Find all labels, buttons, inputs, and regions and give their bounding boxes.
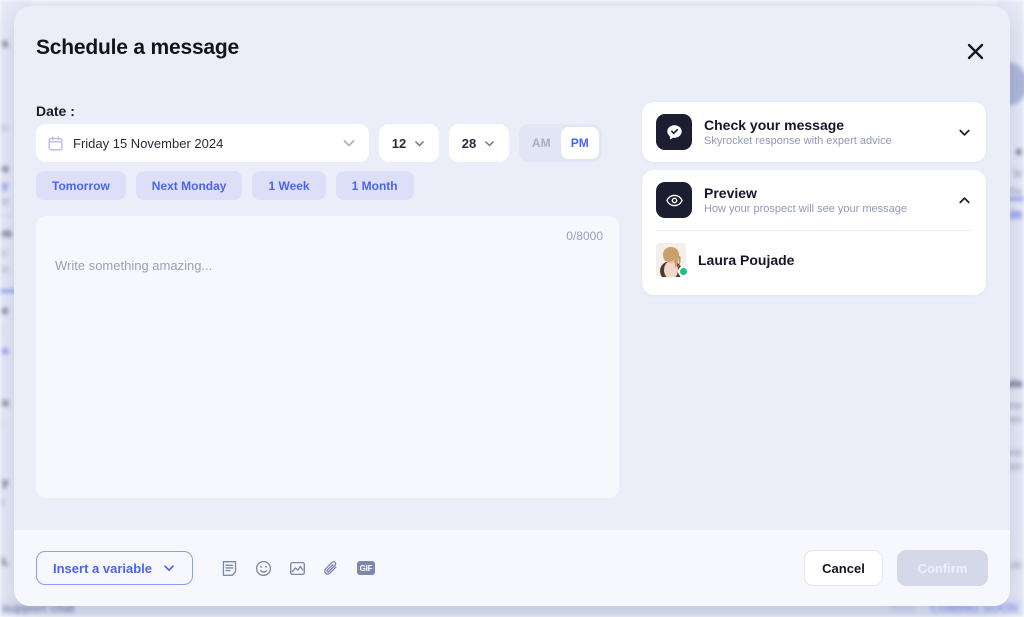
check-message-subtitle: Skyrocket response with expert advice: [704, 135, 892, 147]
check-message-card: Check your message Skyrocket response wi…: [642, 102, 986, 162]
chevron-down-icon: [162, 561, 176, 575]
insert-variable-label: Insert a variable: [53, 560, 152, 576]
insert-variable-button[interactable]: Insert a variable: [36, 551, 193, 585]
preview-card: Preview How your prospect will see your …: [642, 170, 986, 295]
backdrop-fragment: l: [2, 497, 5, 509]
attachment-icon[interactable]: [323, 560, 340, 577]
avatar: [656, 243, 689, 277]
backdrop-fragment: nh: [1009, 560, 1022, 572]
status-badge: [678, 266, 689, 277]
schedule-message-modal: Schedule a message Date : Friday 15 Nove…: [14, 6, 1010, 606]
minute-select[interactable]: 28: [449, 124, 509, 162]
check-message-card-texts: Check your message Skyrocket response wi…: [704, 117, 945, 147]
quick-date-chips: Tomorrow Next Monday 1 Week 1 Month: [36, 171, 414, 200]
date-time-row: Friday 15 November 2024 12 28 AM PM: [36, 124, 602, 162]
hour-select[interactable]: 12: [379, 124, 439, 162]
quick-date-next-monday[interactable]: Next Monday: [135, 171, 243, 200]
backdrop-fragment: c: [2, 122, 8, 134]
chevron-down-icon[interactable]: [957, 125, 972, 140]
footer-actions: Cancel Confirm: [804, 550, 988, 586]
chevron-down-icon: [341, 135, 357, 151]
preview-card-header[interactable]: Preview How your prospect will see your …: [642, 170, 986, 230]
right-panel: Check your message Skyrocket response wi…: [642, 102, 986, 303]
message-placeholder: Write something amazing...: [55, 258, 213, 273]
backdrop-fragment: :: [2, 418, 6, 430]
backdrop-fragment: u: [2, 397, 9, 409]
backdrop-fragment: e: [2, 196, 9, 208]
character-counter: 0/8000: [566, 229, 603, 243]
backdrop-fragment: e: [2, 305, 9, 317]
backdrop-fragment: y: [2, 477, 9, 489]
hour-value: 12: [391, 135, 407, 151]
confirm-button[interactable]: Confirm: [897, 550, 988, 586]
emoji-icon[interactable]: [255, 560, 272, 577]
am-option[interactable]: AM: [522, 127, 561, 159]
quick-date-tomorrow[interactable]: Tomorrow: [36, 171, 126, 200]
date-value: Friday 15 November 2024: [73, 135, 224, 151]
date-input[interactable]: Friday 15 November 2024: [36, 124, 369, 162]
eye-icon: [656, 182, 692, 218]
check-message-card-header[interactable]: Check your message Skyrocket response wi…: [642, 102, 986, 162]
backdrop-fragment: L: [2, 556, 9, 568]
close-icon[interactable]: [960, 36, 990, 66]
gif-icon[interactable]: GIF: [357, 561, 375, 575]
backdrop-fragment: o: [2, 163, 9, 175]
preview-contact-row: Laura Poujade: [642, 231, 986, 295]
template-icon[interactable]: [221, 560, 238, 577]
chevron-up-icon[interactable]: [957, 193, 972, 208]
pm-option[interactable]: PM: [560, 127, 599, 159]
preview-title: Preview: [704, 185, 757, 201]
backdrop-fragment: fre: [1009, 186, 1022, 198]
calendar-icon: [48, 135, 63, 151]
backdrop-fragment: m: [2, 228, 12, 240]
check-message-title: Check your message: [704, 117, 845, 133]
minute-value: 28: [461, 135, 477, 151]
backdrop-fragment: c: [2, 247, 8, 259]
modal-footer: Insert a variable GIF Cancel Confirm: [14, 530, 1010, 606]
image-icon[interactable]: [289, 560, 306, 577]
date-section-label: Date :: [36, 103, 75, 119]
backdrop-fragment: y: [2, 180, 9, 192]
page-title: Schedule a message: [36, 36, 240, 59]
chat-check-icon: [656, 114, 692, 150]
chevron-down-icon: [483, 137, 496, 150]
quick-date-1-week[interactable]: 1 Week: [252, 171, 326, 200]
meridiem-toggle: AM PM: [519, 124, 602, 162]
preview-subtitle: How your prospect will see your message: [704, 203, 907, 215]
backdrop-fragment: in: [1009, 206, 1022, 222]
backdrop-fragment: le: [1013, 168, 1022, 180]
preview-contact-name: Laura Poujade: [698, 252, 795, 268]
message-textarea[interactable]: 0/8000 Write something amazing...: [36, 216, 619, 498]
backdrop-fragment: :: [2, 325, 6, 337]
preview-card-texts: Preview How your prospect will see your …: [704, 185, 945, 215]
quick-date-1-month[interactable]: 1 Month: [335, 171, 414, 200]
composer-tools: GIF: [221, 560, 375, 577]
backdrop-fragment: s: [2, 38, 9, 50]
backdrop-fragment: n: [2, 264, 9, 276]
chevron-down-icon: [413, 137, 426, 150]
cancel-button[interactable]: Cancel: [804, 550, 883, 586]
backdrop-fragment: a: [2, 345, 9, 357]
backdrop-fragment: e: [1015, 146, 1022, 158]
